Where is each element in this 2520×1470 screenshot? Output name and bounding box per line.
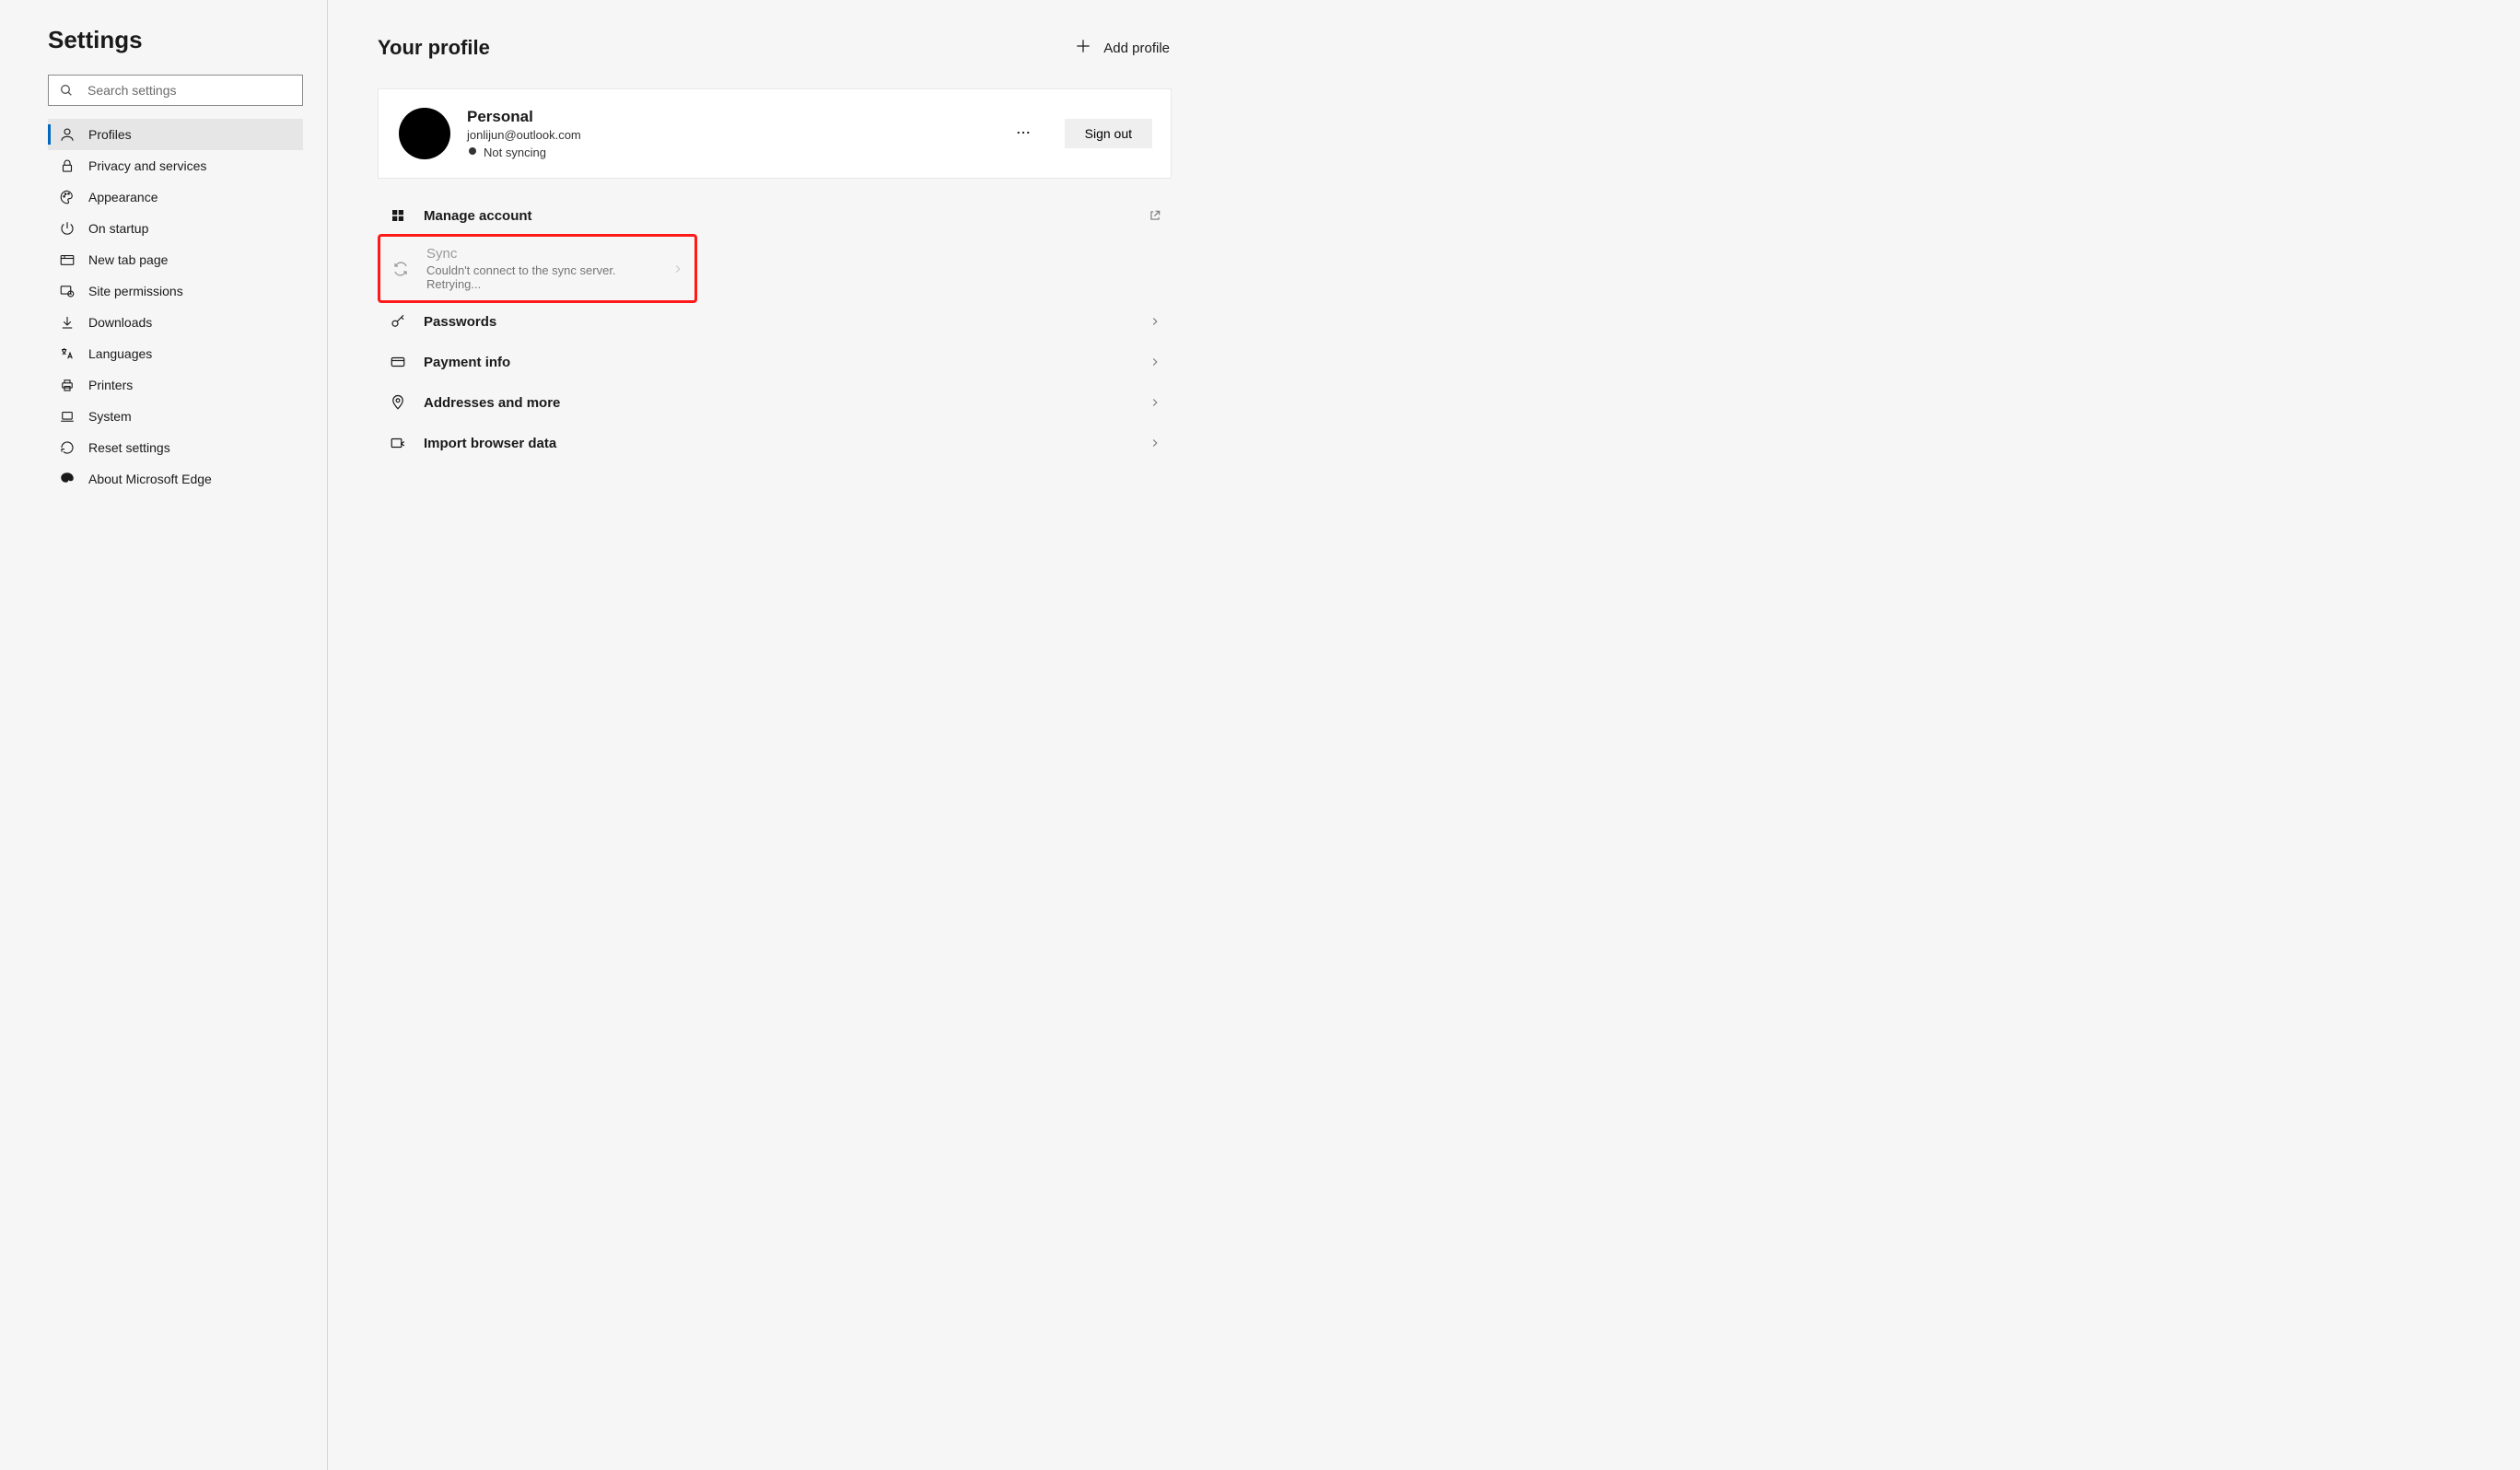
main-header: Your profile Add profile	[378, 31, 1172, 64]
sidebar-item-system[interactable]: System	[48, 401, 303, 432]
search-input[interactable]	[48, 75, 303, 106]
row-label: Manage account	[424, 208, 1129, 224]
chevron-right-icon	[1146, 353, 1164, 371]
sidebar-item-label: Appearance	[88, 190, 158, 204]
sidebar-item-label: Languages	[88, 346, 152, 361]
avatar	[399, 108, 450, 159]
row-label: Payment info	[424, 355, 1129, 370]
row-label: Sync	[426, 246, 652, 262]
chevron-right-icon	[1146, 434, 1164, 452]
chevron-right-icon	[669, 260, 687, 278]
page-title: Your profile	[378, 36, 490, 60]
sidebar-item-downloads[interactable]: Downloads	[48, 307, 303, 338]
sidebar-item-label: Reset settings	[88, 440, 170, 455]
sidebar-item-label: Downloads	[88, 315, 152, 330]
row-payment-info[interactable]: Payment info	[378, 342, 1172, 382]
sidebar-item-label: On startup	[88, 221, 148, 236]
sidebar-item-label: New tab page	[88, 252, 168, 267]
sidebar-item-startup[interactable]: On startup	[48, 213, 303, 244]
tab-icon	[59, 251, 76, 268]
chevron-right-icon	[1146, 312, 1164, 331]
row-sublabel: Couldn't connect to the sync server. Ret…	[426, 263, 652, 291]
sidebar-item-label: Profiles	[88, 127, 132, 142]
power-icon	[59, 220, 76, 237]
profile-more-button[interactable]	[1009, 120, 1037, 147]
search-input-container	[48, 75, 303, 106]
row-label: Addresses and more	[424, 395, 1129, 411]
card-icon	[389, 353, 407, 371]
row-label: Passwords	[424, 314, 1129, 330]
profile-info: Personal jonlijun@outlook.com Not syncin…	[467, 108, 993, 159]
sidebar-item-label: Privacy and services	[88, 158, 206, 173]
sign-out-button[interactable]: Sign out	[1065, 119, 1152, 148]
permissions-icon	[59, 283, 76, 299]
palette-icon	[59, 189, 76, 205]
row-addresses[interactable]: Addresses and more	[378, 382, 1172, 423]
sync-icon	[391, 260, 410, 278]
sidebar-item-label: Site permissions	[88, 284, 183, 298]
sync-status-text: Not syncing	[484, 146, 546, 159]
chevron-right-icon	[1146, 393, 1164, 412]
profile-card: Personal jonlijun@outlook.com Not syncin…	[378, 88, 1172, 179]
reset-icon	[59, 439, 76, 456]
person-icon	[59, 126, 76, 143]
add-profile-label: Add profile	[1103, 41, 1170, 56]
main-content: Your profile Add profile Personal jonlij…	[328, 0, 2520, 1470]
sidebar-item-label: About Microsoft Edge	[88, 472, 212, 486]
profile-settings-list: Manage account Sync Couldn't connect to …	[378, 195, 1172, 463]
download-icon	[59, 314, 76, 331]
more-icon	[1015, 124, 1032, 144]
location-icon	[389, 393, 407, 412]
sync-status-icon	[467, 146, 478, 159]
row-sync[interactable]: Sync Couldn't connect to the sync server…	[380, 237, 694, 300]
add-profile-button[interactable]: Add profile	[1072, 31, 1172, 64]
profile-email: jonlijun@outlook.com	[467, 128, 993, 142]
external-link-icon	[1146, 206, 1164, 225]
sidebar-nav: Profiles Privacy and services Appearance…	[48, 119, 303, 495]
sidebar-item-reset[interactable]: Reset settings	[48, 432, 303, 463]
row-manage-account[interactable]: Manage account	[378, 195, 1172, 236]
sidebar-item-privacy[interactable]: Privacy and services	[48, 150, 303, 181]
sidebar-item-site-permissions[interactable]: Site permissions	[48, 275, 303, 307]
row-import-data[interactable]: Import browser data	[378, 423, 1172, 463]
laptop-icon	[59, 408, 76, 425]
sidebar-item-printers[interactable]: Printers	[48, 369, 303, 401]
language-icon	[59, 345, 76, 362]
import-icon	[389, 434, 407, 452]
plus-icon	[1074, 37, 1092, 59]
profile-name: Personal	[467, 108, 993, 126]
sidebar-item-about[interactable]: About Microsoft Edge	[48, 463, 303, 495]
sidebar-item-appearance[interactable]: Appearance	[48, 181, 303, 213]
sidebar-item-languages[interactable]: Languages	[48, 338, 303, 369]
profile-sync-status: Not syncing	[467, 146, 993, 159]
sidebar-item-label: Printers	[88, 378, 133, 392]
settings-sidebar: Settings Profiles Privacy and services A…	[0, 0, 328, 1470]
key-icon	[389, 312, 407, 331]
row-passwords[interactable]: Passwords	[378, 301, 1172, 342]
row-label: Import browser data	[424, 436, 1129, 451]
search-icon	[59, 83, 74, 98]
sidebar-title: Settings	[48, 26, 303, 54]
sidebar-item-newtab[interactable]: New tab page	[48, 244, 303, 275]
lock-icon	[59, 158, 76, 174]
highlight-annotation: Sync Couldn't connect to the sync server…	[378, 234, 1172, 303]
sidebar-item-profiles[interactable]: Profiles	[48, 119, 303, 150]
sidebar-item-label: System	[88, 409, 132, 424]
manage-account-icon	[389, 206, 407, 225]
printer-icon	[59, 377, 76, 393]
edge-icon	[59, 471, 76, 487]
